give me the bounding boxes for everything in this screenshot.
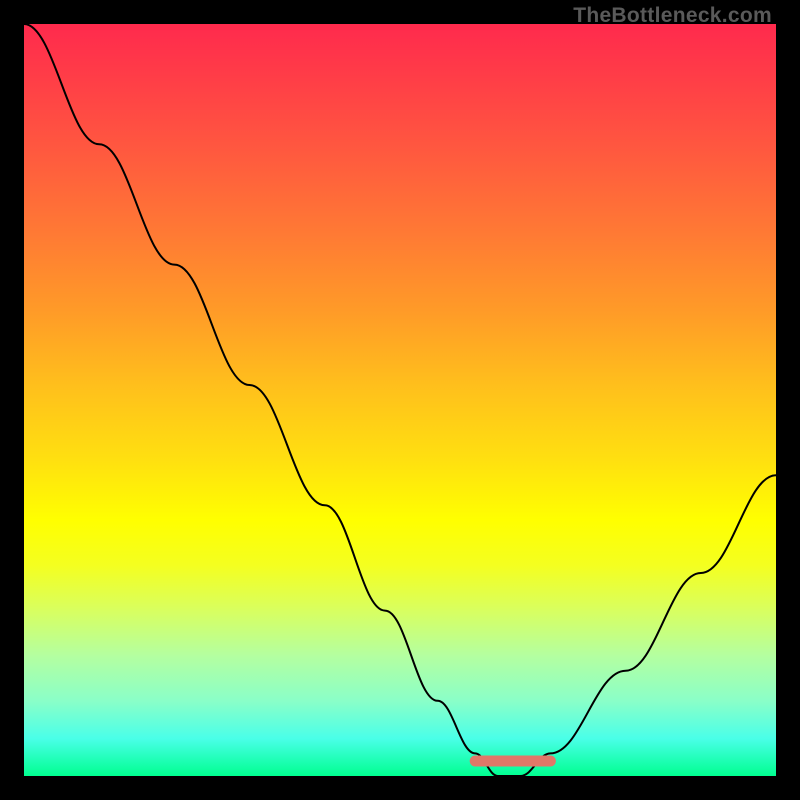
bottleneck-curve-path [24,24,776,776]
chart-frame [24,24,776,776]
chart-svg [24,24,776,776]
attribution-label: TheBottleneck.com [573,4,772,28]
